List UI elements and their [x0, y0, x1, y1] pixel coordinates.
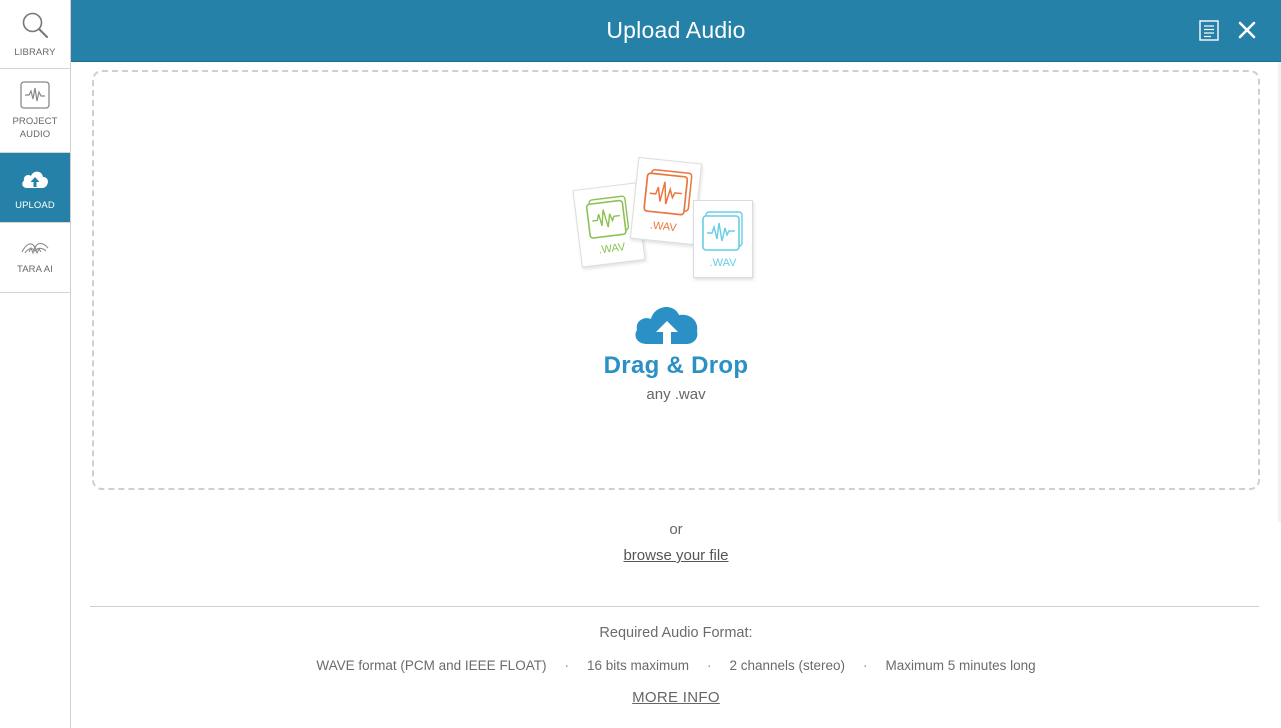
required-format-title: Required Audio Format:	[599, 625, 753, 641]
browse-file-link[interactable]: browse your file	[623, 547, 728, 564]
file-extension-label: .WAV	[597, 241, 626, 257]
wav-file-card: .WAV	[693, 200, 753, 278]
sidebar-item-project-audio[interactable]: PROJECT AUDIO	[0, 69, 70, 153]
cloud-upload-icon	[22, 171, 48, 188]
tara-ai-icon	[21, 242, 49, 255]
wav-file-card: .WAV	[629, 156, 703, 246]
file-extension-label: .WAV	[709, 257, 737, 269]
page-title: Upload Audio	[606, 17, 746, 43]
sidebar-item-label: LIBRARY	[14, 47, 56, 58]
waveform-icon	[702, 211, 743, 251]
header-bar: Upload Audio	[71, 0, 1281, 62]
sidebar-item-upload[interactable]: UPLOAD	[0, 153, 70, 223]
waveform-icon	[643, 168, 693, 216]
sidebar: LIBRARY PROJECT AUDIO UPLOAD TARA AI	[0, 0, 71, 728]
drag-drop-title: Drag & Drop	[603, 352, 749, 379]
close-button[interactable]	[1237, 20, 1257, 40]
divider	[90, 606, 1259, 607]
notes-button[interactable]	[1199, 20, 1219, 41]
browse-file-wrapper: browse your file	[71, 547, 1281, 564]
separator: ·	[564, 658, 569, 673]
format-requirement: WAVE format (PCM and IEEE FLOAT)	[316, 658, 547, 673]
close-icon	[1238, 21, 1256, 39]
waveform-icon	[585, 195, 630, 239]
drag-drop-subtitle: any .wav	[646, 386, 706, 403]
separator: ·	[863, 658, 868, 673]
sidebar-item-tara-ai[interactable]: TARA AI	[0, 223, 70, 293]
sidebar-item-library[interactable]: LIBRARY	[0, 0, 70, 69]
upload-audio-app: LIBRARY PROJECT AUDIO UPLOAD TARA AI Upl…	[0, 0, 1281, 728]
format-requirement: 2 channels (stereo)	[729, 658, 846, 673]
sidebar-item-label: PROJECT AUDIO	[12, 116, 58, 140]
required-format-list: WAVE format (PCM and IEEE FLOAT) · 16 bits…	[71, 658, 1281, 673]
notes-icon	[1199, 20, 1219, 41]
sidebar-item-label: TARA AI	[17, 264, 53, 275]
sidebar-item-label: UPLOAD	[15, 200, 55, 211]
separator: ·	[706, 658, 712, 673]
or-text: or	[669, 521, 683, 538]
waveform-icon	[20, 81, 50, 109]
format-requirement: 16 bits maximum	[586, 658, 689, 673]
wav-files-illustration: .WAV .WAV .WAV	[572, 156, 762, 285]
search-icon	[22, 12, 48, 38]
cloud-upload-icon	[635, 307, 698, 344]
more-info-link[interactable]: MORE INFO	[632, 689, 720, 706]
drop-zone[interactable]: .WAV .WAV .WAV Drag & Drop any .wav	[92, 70, 1260, 490]
file-extension-label: .WAV	[649, 219, 678, 235]
format-requirement: Maximum 5 minutes long	[885, 658, 1036, 673]
more-info-wrapper: MORE INFO	[71, 689, 1281, 706]
